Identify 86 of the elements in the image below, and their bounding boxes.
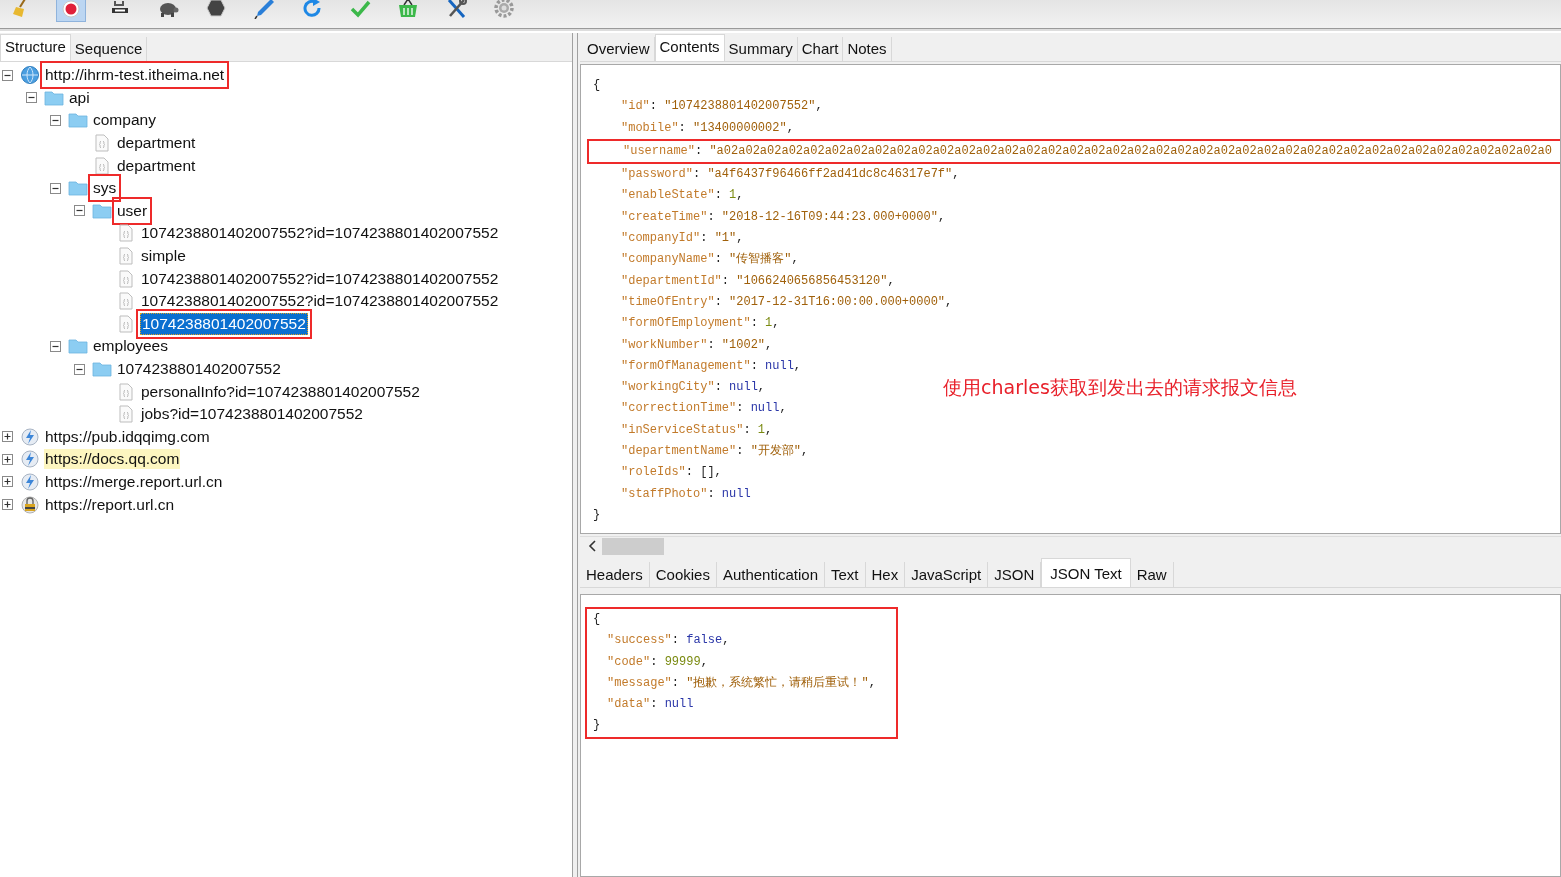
tree-item[interactable]: personalInfo?id=1074238801402007552 (140, 381, 421, 402)
tree-item[interactable]: 1074238801402007552?id=1074238801402007552 (140, 268, 500, 289)
tree-item[interactable]: simple (140, 246, 187, 267)
code-line: "formOfEmployment": 1, (620, 315, 780, 333)
expand-toggle[interactable] (2, 476, 13, 488)
globe-lightning-icon (20, 472, 40, 492)
code-line: "departmentName": "开发部", (620, 443, 809, 461)
file-icon (116, 268, 136, 289)
code-line: "createTime": "2018-12-16T09:44:23.000+0000", (620, 208, 946, 226)
folder-icon (68, 178, 88, 199)
code-line: "workingCity": null, (620, 379, 766, 397)
lock-icon (20, 494, 40, 515)
hexagon-icon (205, 0, 227, 19)
collapse-toggle[interactable] (26, 92, 37, 104)
code-line: "companyName": "传智播客", (620, 251, 799, 269)
file-icon (92, 155, 112, 176)
file-icon (116, 404, 136, 425)
code-line: "timeOfEntry": "2017-12-31T16:00:00.000+0000", (620, 293, 953, 311)
tree-item[interactable]: company (92, 110, 157, 131)
expand-toggle[interactable] (2, 431, 13, 443)
toolbar-button[interactable] (56, 0, 86, 22)
code-line: } (593, 506, 601, 524)
globe-lightning-icon (20, 449, 40, 470)
file-icon (116, 291, 136, 312)
tab[interactable]: Contents (654, 34, 725, 61)
code-line: "success": false, (585, 630, 898, 652)
annotation-text: 使用charles获取到发出去的请求报文信息 (943, 375, 1297, 400)
globe-icon (20, 65, 40, 86)
file-icon (116, 313, 136, 334)
collapse-toggle[interactable] (50, 340, 61, 352)
code-line: "departmentId": "1066240656856453120", (620, 272, 895, 290)
tab[interactable]: JSON Text (1041, 558, 1131, 587)
code-line: "enableState": 1, (620, 187, 744, 205)
check-icon (349, 0, 371, 19)
collapse-toggle[interactable] (2, 69, 13, 81)
tree-item[interactable]: employees (92, 336, 169, 357)
code-line: "password": "a4f6437f96466ff2ad41dc8c46317e7f", (620, 166, 960, 184)
collapse-toggle[interactable] (74, 205, 85, 217)
code-line: "message": "抱歉，系统繁忙，请稍后重试！", (585, 672, 898, 695)
code-line: "roleIds": [], (620, 464, 722, 482)
scroll-left-icon[interactable] (588, 540, 598, 552)
expand-toggle[interactable] (2, 453, 13, 465)
folder-icon (68, 336, 88, 357)
tree-item[interactable]: jobs?id=1074238801402007552 (140, 404, 364, 425)
folder-icon (92, 359, 112, 379)
code-line: "inServiceStatus": 1, (620, 421, 773, 439)
code-line: "formOfManagement": null, (620, 357, 802, 375)
file-icon (116, 223, 136, 244)
expand-toggle[interactable] (2, 499, 13, 511)
code-line: "staffPhoto": null (620, 485, 751, 503)
scrollbar-thumb[interactable] (602, 537, 664, 555)
code-line: "code": 99999, (585, 651, 898, 673)
code-line: "companyId": "1", (620, 230, 744, 248)
collapse-toggle[interactable] (50, 115, 61, 126)
tree-item[interactable]: https://pub.idqqimg.com (44, 426, 211, 447)
code-line: "mobile": "13400000002", (620, 119, 794, 137)
tree-item[interactable]: department (116, 155, 197, 176)
code-line: { (585, 607, 898, 631)
turtle-icon (157, 0, 179, 19)
tree-item[interactable]: https://merge.report.url.cn (44, 472, 224, 492)
code-line: { (593, 77, 601, 94)
code-line: "id": "1074238801402007552", (620, 98, 823, 116)
file-icon (116, 246, 136, 267)
globe-lightning-icon (20, 426, 40, 447)
code-line: "workNumber": "1002", (620, 336, 773, 354)
collapse-toggle[interactable] (50, 182, 61, 194)
tree-item[interactable]: 1074238801402007552?id=1074238801402007552 (140, 223, 500, 244)
file-icon (92, 133, 112, 154)
file-icon (116, 381, 136, 402)
tab[interactable]: Structure (0, 34, 71, 61)
tree-item[interactable]: 1074238801402007552?id=1074238801402007552 (140, 291, 500, 312)
tree-item[interactable]: department (116, 133, 197, 154)
folder-icon (68, 110, 88, 131)
basket-icon (397, 0, 419, 19)
tree-item[interactable]: https://report.url.cn (44, 494, 176, 515)
tree-item[interactable]: api (68, 87, 91, 108)
collapse-toggle[interactable] (74, 363, 85, 375)
code-line: "data": null (585, 694, 898, 716)
refresh-icon (301, 0, 323, 19)
code-line: } (585, 715, 898, 739)
pen-icon (253, 0, 275, 19)
tools-icon (445, 0, 467, 19)
code-line: "correctionTime": null, (620, 400, 787, 418)
record-icon (60, 0, 82, 20)
tree-item[interactable]: 1074238801402007552 (116, 359, 282, 379)
tree-item[interactable]: https://docs.qq.com (44, 449, 181, 470)
